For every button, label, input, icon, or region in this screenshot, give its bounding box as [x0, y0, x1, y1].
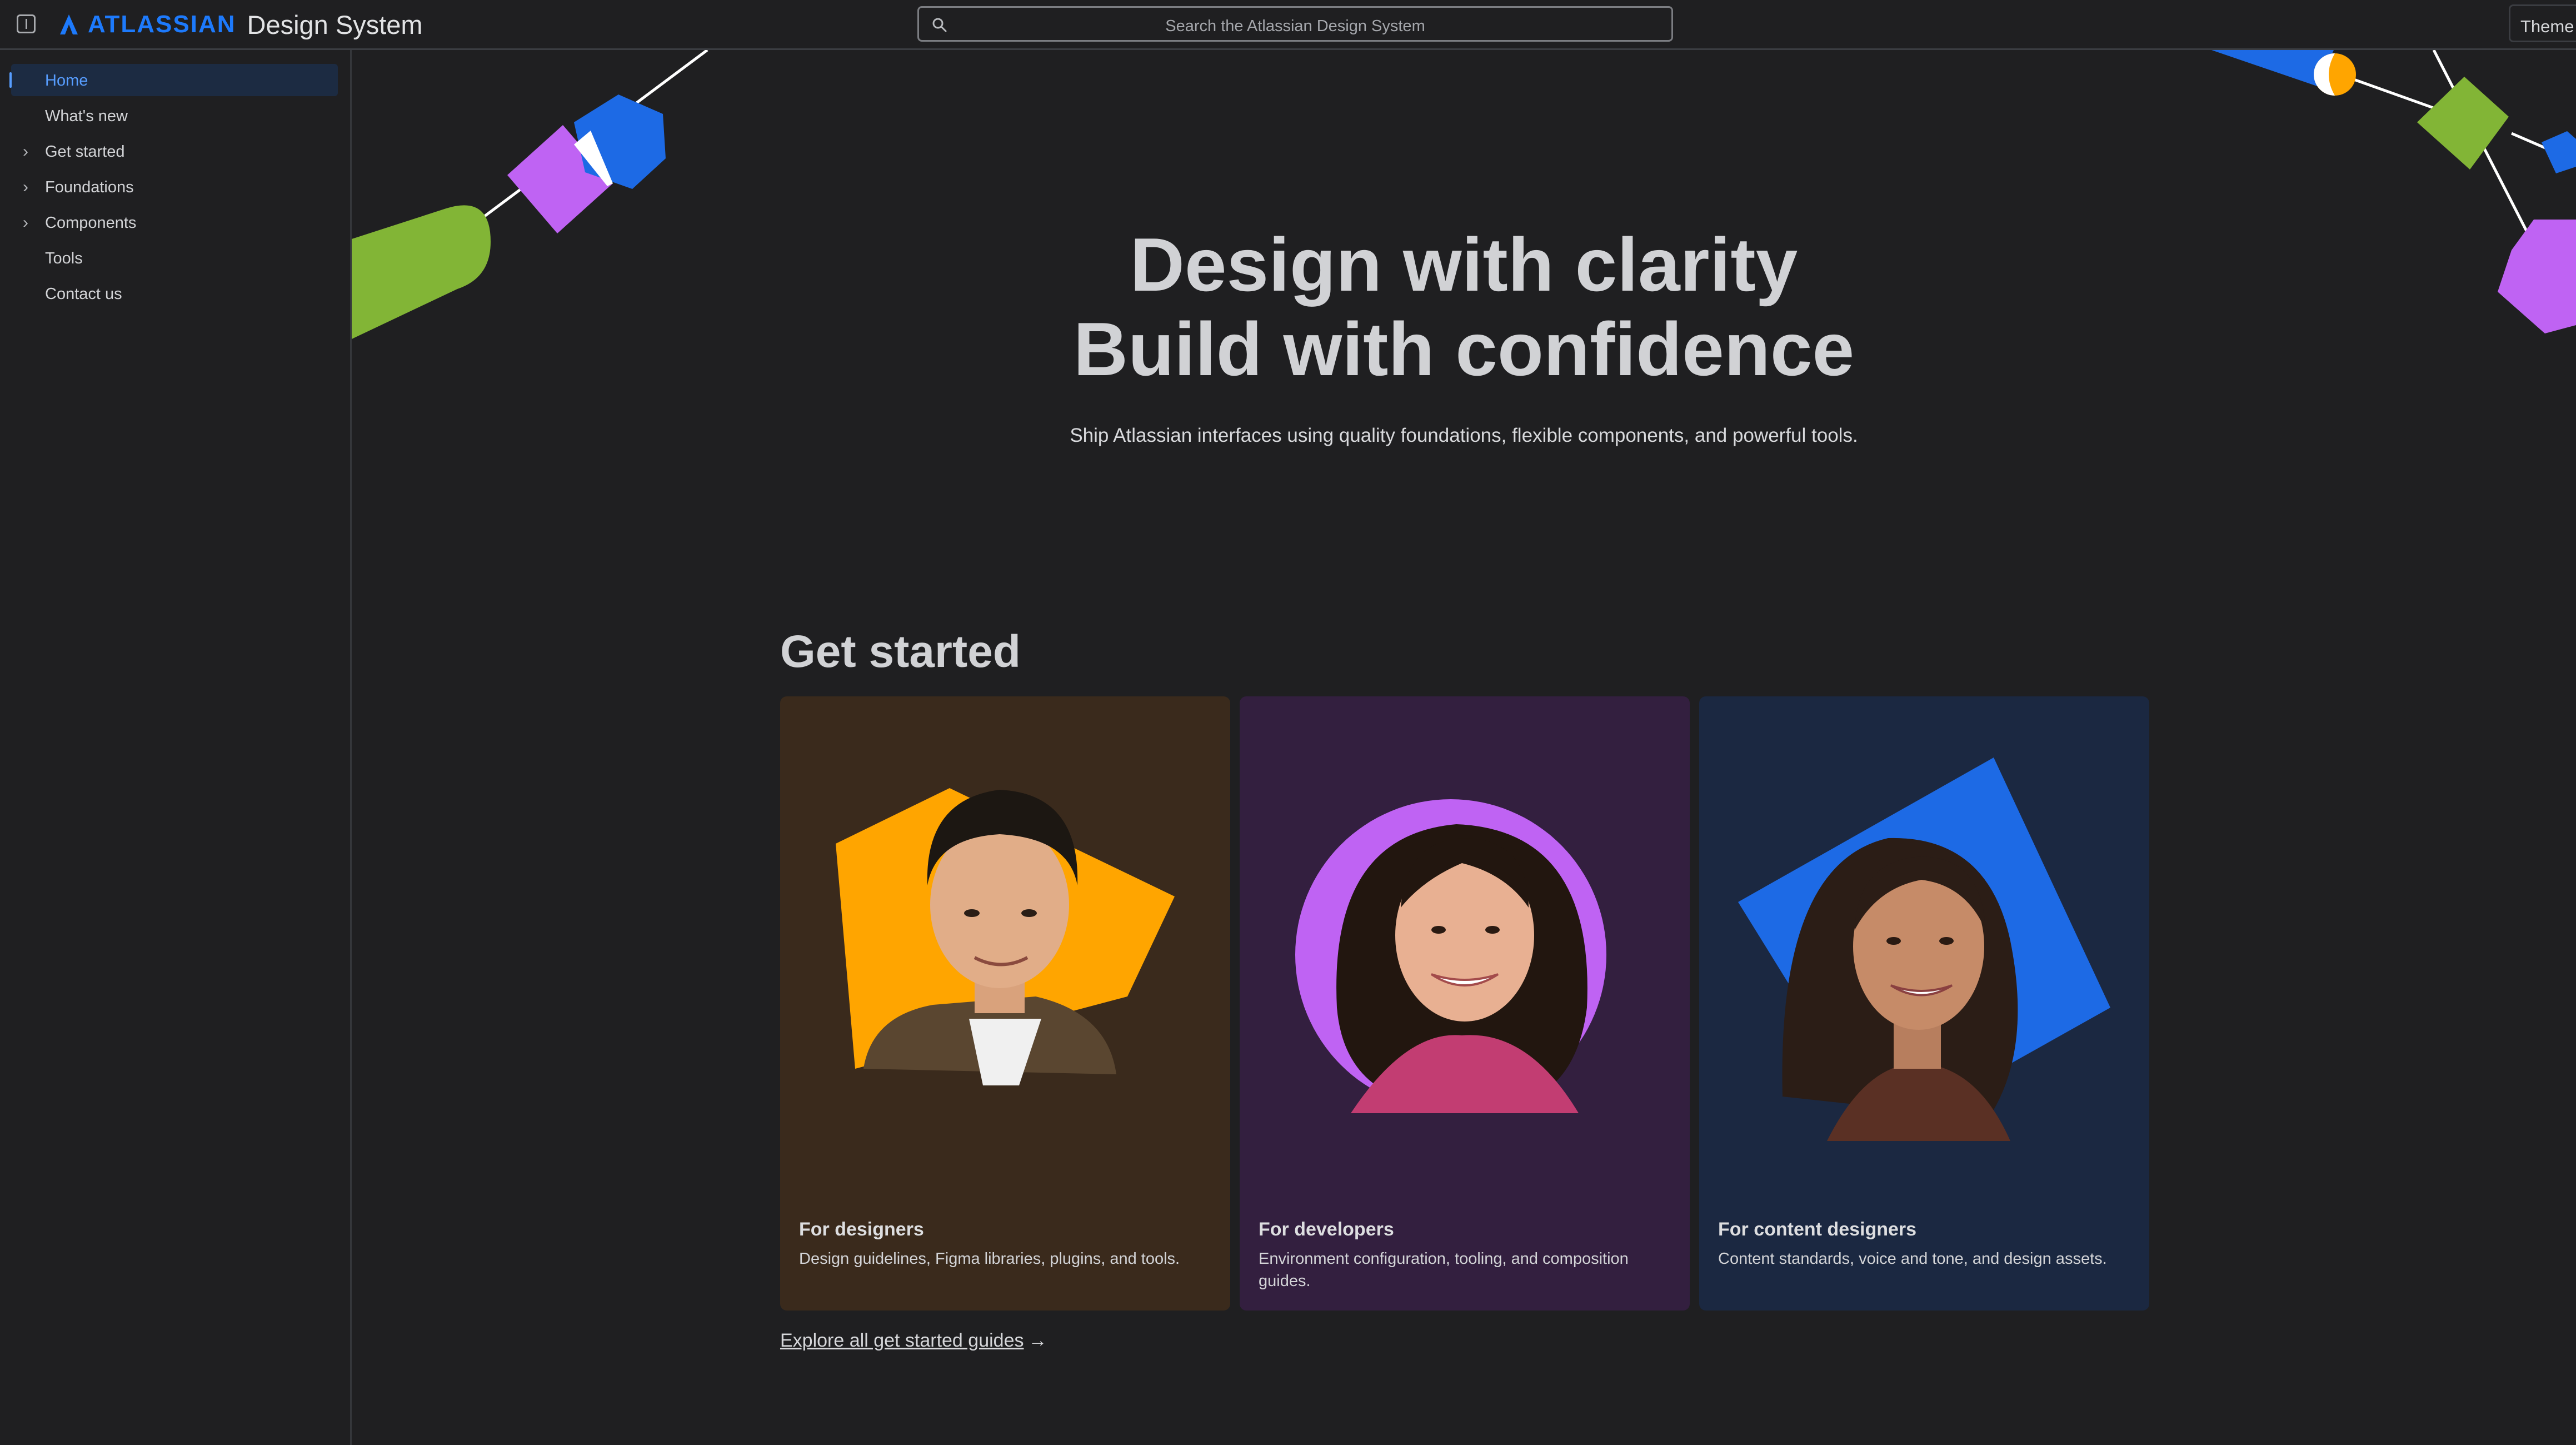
- developer-portrait-image: [1295, 799, 1606, 1113]
- product-name: Design System: [247, 9, 423, 39]
- get-started-heading: Get started: [780, 626, 1021, 677]
- chevron-right-icon[interactable]: ›: [23, 213, 28, 232]
- sidebar-item-get-started[interactable]: › Get started: [11, 135, 338, 167]
- sidebar-item-label: Components: [45, 214, 137, 232]
- explore-guides-link[interactable]: Explore all get started guides →: [780, 1330, 1047, 1352]
- card-title: For developers: [1259, 1219, 1394, 1240]
- atlassian-logo-icon: [60, 14, 78, 34]
- explore-guides-label: Explore all get started guides: [780, 1330, 1024, 1351]
- sidebar-navigation: Home What's new › Get started › Foundati…: [0, 50, 352, 1445]
- search-input[interactable]: Search the Atlassian Design System: [917, 6, 1673, 42]
- brand-name: ATLASSIAN: [88, 11, 236, 38]
- search-placeholder: Search the Atlassian Design System: [1165, 17, 1425, 35]
- top-navigation-bar: ATLASSIAN Design System Search the Atlas…: [0, 0, 2576, 50]
- designer-portrait-image: [836, 788, 1175, 1085]
- sidebar-item-whats-new[interactable]: What's new: [11, 99, 338, 132]
- hero-subtitle: Ship Atlassian interfaces using quality …: [1070, 425, 1858, 446]
- sidebar-item-label: Get started: [45, 143, 125, 161]
- content-designer-portrait-image: [1738, 758, 2110, 1141]
- sidebar-toggle-icon[interactable]: [17, 14, 36, 33]
- arrow-right-icon: →: [1028, 1330, 1047, 1351]
- sidebar-item-label: Home: [45, 72, 88, 89]
- sidebar-item-foundations[interactable]: › Foundations: [11, 171, 338, 203]
- card-title: For content designers: [1718, 1219, 1917, 1240]
- card-for-content-designers[interactable]: For content designers Content standards,…: [1699, 696, 2149, 1311]
- card-for-designers[interactable]: For designers Design guidelines, Figma l…: [780, 696, 1230, 1311]
- card-title: For designers: [799, 1219, 924, 1240]
- sidebar-item-label: Foundations: [45, 178, 134, 196]
- card-description: Environment configuration, tooling, and …: [1259, 1250, 1629, 1290]
- sidebar-item-label: Contact us: [45, 285, 122, 303]
- hero-title-line-1: Design with clarity: [1130, 222, 1798, 307]
- chevron-right-icon[interactable]: ›: [23, 178, 28, 197]
- card-description: Content standards, voice and tone, and d…: [1718, 1250, 2107, 1268]
- hero-title-line-2: Build with confidence: [1073, 307, 1855, 391]
- sidebar-item-components[interactable]: › Components: [11, 206, 338, 238]
- hero-title: Design with clarity Build with confidenc…: [352, 222, 2576, 391]
- card-description: Design guidelines, Figma libraries, plug…: [799, 1250, 1180, 1268]
- theme-button[interactable]: Theme: [2509, 4, 2576, 42]
- sidebar-item-tools[interactable]: Tools: [11, 242, 338, 274]
- card-for-developers[interactable]: For developers Environment configuration…: [1240, 696, 1690, 1311]
- sidebar-item-contact-us[interactable]: Contact us: [11, 277, 338, 310]
- sidebar-item-home[interactable]: Home: [9, 64, 338, 96]
- brand-logo[interactable]: ATLASSIAN Design System: [58, 8, 423, 41]
- chevron-right-icon[interactable]: ›: [23, 142, 28, 161]
- sidebar-item-label: What's new: [45, 107, 128, 125]
- sidebar-item-label: Tools: [45, 250, 83, 267]
